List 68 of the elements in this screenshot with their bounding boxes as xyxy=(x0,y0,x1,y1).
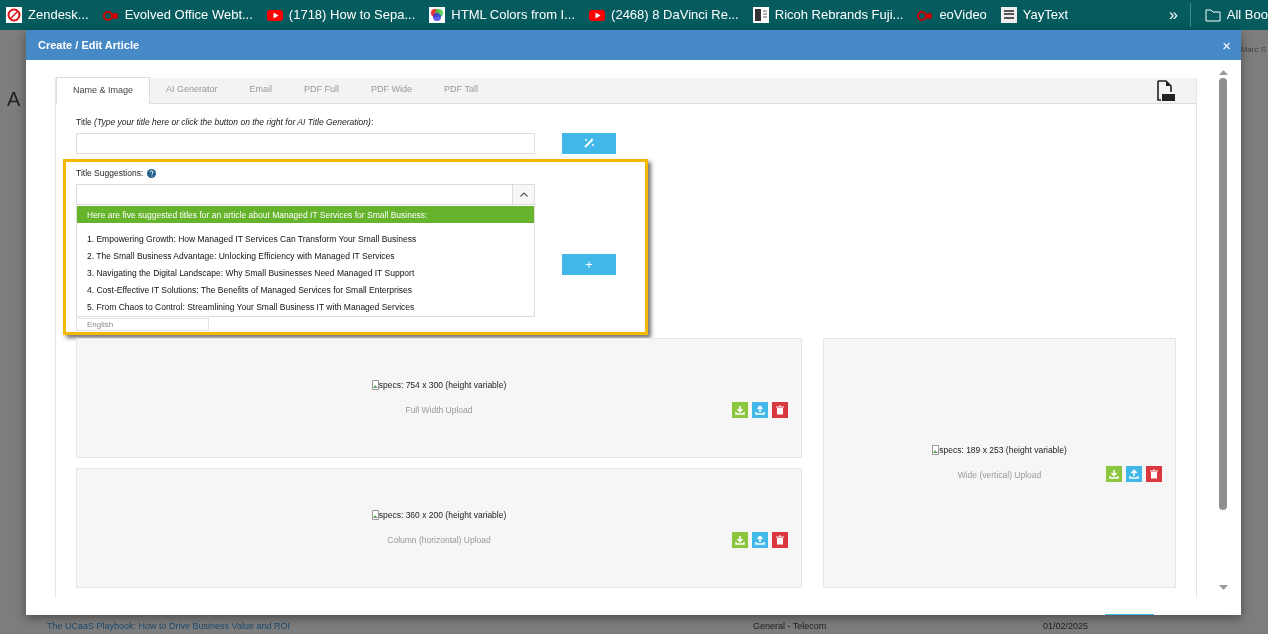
page-heading: A xyxy=(7,87,21,112)
magic-wand-icon xyxy=(583,138,595,149)
close-button[interactable]: × xyxy=(1222,37,1231,53)
download-button[interactable] xyxy=(732,401,748,418)
document-icon xyxy=(752,7,769,23)
bookmark-link[interactable]: Ricoh Rebrands Fuji... xyxy=(752,5,904,25)
dropdown-option[interactable]: 4. Cost-Effective IT Solutions: The Benefits of Managed Services for Small Enterprises xyxy=(77,281,534,299)
scroll-up-icon[interactable] xyxy=(1218,70,1228,75)
scroll-down-icon[interactable] xyxy=(1218,585,1228,590)
color-wheel-icon xyxy=(429,7,446,23)
upload-label: Wide (vertical) Upload xyxy=(957,468,1042,482)
pdf-file-icon[interactable] xyxy=(1156,79,1176,102)
download-button[interactable] xyxy=(1106,465,1122,482)
upload-icon xyxy=(755,534,765,545)
dropdown-option[interactable]: 5. From Chaos to Control: Streamlining Your Small Business IT with Managed Services xyxy=(77,298,534,316)
broken-image-text: specs: 754 x 300 (height variable) xyxy=(371,379,507,392)
delete-button[interactable] xyxy=(772,531,788,548)
trash-icon xyxy=(775,534,785,545)
play-icon xyxy=(266,7,283,23)
upload-icon xyxy=(755,404,765,415)
trash-icon xyxy=(775,404,785,415)
upload-button[interactable] xyxy=(752,401,768,418)
ring-logo-icon xyxy=(6,7,22,23)
all-bookmarks-link[interactable]: All Boo xyxy=(1204,5,1268,25)
broken-image-text: specs: 360 x 200 (height variable) xyxy=(371,509,507,522)
delete-button[interactable] xyxy=(772,401,788,418)
bookmark-link[interactable]: Evolved Office Webt... xyxy=(102,5,253,25)
upload-label: Column (horizontal) Upload xyxy=(387,533,491,547)
delete-button[interactable] xyxy=(1146,465,1162,482)
title-input[interactable] xyxy=(76,132,535,154)
dropdown-header: Here are five suggested titles for an article about Managed IT Services for Small Business: xyxy=(77,205,534,223)
dropdown-option[interactable]: 1. Empowering Growth: How Managed IT Services Can Transform Your Small Business xyxy=(77,230,534,248)
dropdown-option[interactable]: 3. Navigating the Digital Landscape: Why Small Businesses Need Managed IT Support xyxy=(77,264,534,282)
table-cell-text: 01/02/2025 xyxy=(1043,620,1090,633)
modal-title: Create / Edit Article xyxy=(38,37,140,53)
ai-generate-button[interactable] xyxy=(562,132,616,154)
dropdown-option[interactable]: 2. The Small Business Advantage: Unlocking Efficiency with Managed IT Services xyxy=(77,247,534,265)
download-button[interactable] xyxy=(732,531,748,548)
help-icon[interactable] xyxy=(147,168,157,178)
bookmark-link[interactable]: (1718) How to Sepa... xyxy=(266,5,416,25)
language-select[interactable]: English xyxy=(76,317,209,331)
bookmark-link[interactable]: Zendesk... xyxy=(6,5,89,25)
download-icon xyxy=(1109,468,1119,479)
play-icon xyxy=(589,7,606,23)
table-cell-text: The UCaaS Playbook: How to Drive Business Value and ROI xyxy=(47,620,291,633)
table-cell-text: General - Telecom xyxy=(753,620,828,633)
upload-label: Full Width Upload xyxy=(405,403,473,417)
tab[interactable]: Name & Image xyxy=(56,77,151,104)
suggestions-select[interactable] xyxy=(76,183,535,205)
suggestions-label: Title Suggestions: xyxy=(76,166,144,180)
bookmarks-overflow-button[interactable]: » xyxy=(1168,3,1191,27)
bookmark-link[interactable]: eoVideo xyxy=(917,5,987,25)
trash-icon xyxy=(1149,468,1159,479)
folder-icon xyxy=(1204,8,1221,22)
broken-image-icon xyxy=(371,380,379,391)
download-icon xyxy=(735,534,745,545)
broken-image-icon xyxy=(932,445,940,456)
download-icon xyxy=(735,404,745,415)
title-label: Title (Type your title here or click the button on the right for AI Title Generation): xyxy=(76,116,375,129)
bookmark-link[interactable]: HTML Colors from I... xyxy=(429,5,576,25)
broken-image-text: specs: 189 x 253 (height variable) xyxy=(932,444,1067,457)
tile-icon xyxy=(1000,7,1017,23)
broken-image-icon xyxy=(371,510,379,521)
upload-button[interactable] xyxy=(1126,465,1142,482)
bookmark-link[interactable]: (2468) 8 DaVinci Re... xyxy=(589,5,739,25)
bookmark-link[interactable]: YayText xyxy=(1000,5,1069,25)
upload-icon xyxy=(1129,468,1139,479)
upload-button[interactable] xyxy=(752,531,768,548)
